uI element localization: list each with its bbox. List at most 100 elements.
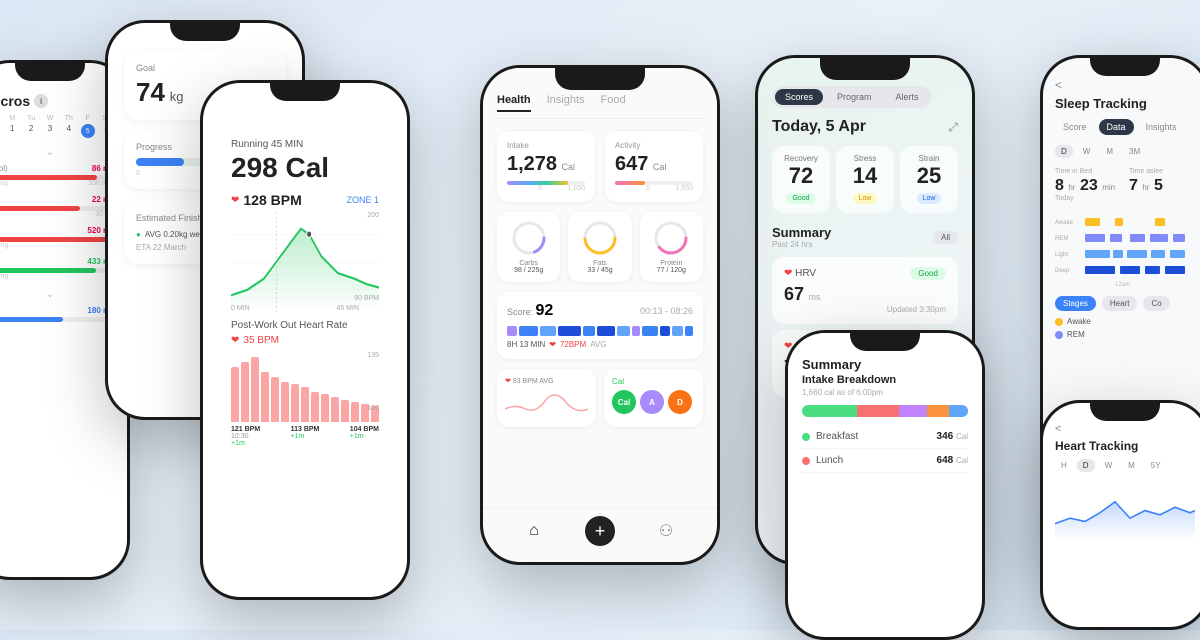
macro-protein: Protein 77 / 120g: [640, 212, 703, 282]
macro-fats: Fats 33 / 45g: [568, 212, 631, 282]
period-3m[interactable]: 3M: [1123, 145, 1146, 158]
ib-purple: [899, 405, 927, 417]
stage-btn-stages[interactable]: Stages: [1055, 296, 1096, 311]
running-header: Running 45 MIN: [231, 139, 379, 150]
running-cals: 298 Cal: [231, 152, 379, 184]
tab-insights-sleep[interactable]: Insights: [1138, 119, 1185, 135]
post-workout-chart: 135 100: [231, 352, 379, 422]
sleep-duration: 8H 13 MIN: [507, 340, 545, 349]
intake-subtitle: 1,660 cal as of 6:00pm: [802, 388, 968, 397]
x-min: 0 MIN: [231, 305, 250, 312]
sleep-stage-blocks: [507, 326, 693, 336]
legend-awake: Awake: [1055, 317, 1195, 326]
sleep-stage-chart: Awake REM Light: [1055, 210, 1195, 290]
tab-insights[interactable]: Insights: [547, 94, 585, 112]
ib-green: [802, 405, 857, 417]
mini-calendar: Su M Tu W Th F Sa 1 2 3 4 5 6: [0, 115, 115, 138]
hrv-unit: ms: [808, 292, 820, 302]
summary-sub: Past 24 hrs: [772, 240, 831, 249]
tab-scores[interactable]: Scores: [775, 89, 823, 105]
nutrient-bar-5: 180 mg: [0, 306, 115, 322]
hrv-card: ❤ HRV Good 67 ms Updated 3:30pm: [772, 257, 958, 324]
all-badge[interactable]: All: [933, 231, 958, 244]
bar-2: [241, 362, 249, 422]
tab-food[interactable]: Food: [601, 94, 626, 112]
period-w[interactable]: W: [1077, 145, 1097, 158]
home-nav-icon[interactable]: ⌂: [523, 520, 545, 542]
sleep-tabs: Score Data Insights: [1055, 119, 1195, 135]
stage-btn-co[interactable]: Co: [1143, 296, 1169, 311]
hrv-value: 67: [784, 284, 804, 304]
ib-blue: [949, 405, 968, 417]
profile-nav-icon[interactable]: ⚇: [655, 520, 677, 542]
stress-badge: Low: [853, 193, 878, 204]
svg-text:Awake: Awake: [1055, 220, 1074, 226]
bottom-nav: ⌂ + ⚇: [483, 507, 717, 554]
ht-tab-m[interactable]: M: [1122, 459, 1141, 472]
time-period-row: D W M 3M: [1055, 145, 1195, 158]
summary-title: Summary: [772, 225, 831, 240]
heart-back-button[interactable]: <: [1055, 423, 1195, 435]
chevron-down-icon[interactable]: ⌄: [0, 146, 115, 158]
phone-heart-tracking: < Heart Tracking H D W M 5Y: [1040, 400, 1200, 630]
bar-9: [311, 392, 319, 422]
score-value: 92: [536, 302, 554, 319]
nutrient-bar-1: (iferol) 86 mg 15 mcg 100 mcg: [0, 164, 115, 187]
ht-tab-h[interactable]: H: [1055, 459, 1073, 472]
tab-data-sleep[interactable]: Data: [1099, 119, 1134, 135]
notch-goal: [170, 23, 240, 41]
notch-micros: [15, 63, 85, 81]
today-title: Today, 5 Apr: [772, 118, 866, 136]
phone-center: Health Insights Food Intake 1,278 Cal 0: [480, 65, 720, 565]
activity-value: 647: [615, 153, 648, 175]
ib-red: [857, 405, 899, 417]
svg-text:Deep: Deep: [1055, 268, 1070, 274]
tab-score-sleep[interactable]: Score: [1055, 119, 1095, 135]
heart-bpm: 128 BPM: [243, 192, 301, 208]
nutrient-bar-2: 22 mg 8 mg 30 mg: [0, 195, 115, 218]
bar-3: [251, 357, 259, 422]
info-icon[interactable]: i: [34, 94, 48, 108]
post-bpm: 35 BPM: [243, 335, 279, 346]
ib-orange: [927, 405, 949, 417]
nutrient-bar-4: um 433 mg 310 mg: [0, 257, 115, 280]
metrics-row: Recovery 72 Good Stress 14 Low Strain 25…: [772, 146, 958, 213]
micros-title: Micros i ⤢: [0, 93, 115, 109]
tab-alerts[interactable]: Alerts: [886, 89, 929, 105]
time-asleep-col: Time aslee 7 hr 5: [1129, 168, 1195, 202]
bar-12: [341, 400, 349, 422]
y-max: 200: [367, 212, 379, 219]
period-m[interactable]: M: [1100, 145, 1119, 158]
progress-bar-fill: [136, 158, 184, 166]
sleep-back-button[interactable]: <: [1055, 78, 1195, 92]
chevron-down-icon-2[interactable]: ⌄: [0, 288, 115, 300]
bar-8: [301, 387, 309, 422]
notch-running: [270, 83, 340, 101]
stage-btn-heart[interactable]: Heart: [1102, 296, 1138, 311]
intake-card: Intake 1,278 Cal 0 1,650: [497, 131, 595, 202]
stress-card: Stress 14 Low: [836, 146, 894, 213]
tab-program[interactable]: Program: [827, 89, 882, 105]
notch-heart: [1090, 403, 1160, 421]
scores-tabs: Scores Program Alerts: [772, 86, 932, 108]
add-nav-button[interactable]: +: [585, 516, 615, 546]
recovery-card: Recovery 72 Good: [772, 146, 830, 213]
bar-stat-1: 121 BPM 10:30 +1m: [231, 426, 260, 447]
ht-tab-d[interactable]: D: [1077, 459, 1095, 472]
ht-tab-5y[interactable]: 5Y: [1145, 459, 1167, 472]
summary-intake-title: Summary: [802, 357, 968, 372]
y-min: 90 BPM: [354, 295, 379, 302]
bar-7: [291, 384, 299, 422]
period-d[interactable]: D: [1055, 145, 1073, 158]
sleep-duration-row: 8H 13 MIN ❤ 72BPM AVG: [507, 340, 693, 349]
sleep-avg: 72BPM: [560, 340, 586, 349]
recovery-badge: Good: [786, 193, 815, 204]
heart-track-title: Heart Tracking: [1055, 439, 1195, 453]
strain-badge: Low: [917, 193, 942, 204]
activity-limit: 0 1,650: [615, 185, 693, 192]
expand-scores-icon[interactable]: ⤢: [948, 120, 958, 135]
ht-tab-w[interactable]: W: [1099, 459, 1119, 472]
mini-cards-row: ❤ 83 BPM AVG Cal Cal A D: [497, 369, 703, 427]
tab-health[interactable]: Health: [497, 94, 531, 112]
stats-row: Intake 1,278 Cal 0 1,650 Activity: [497, 131, 703, 202]
